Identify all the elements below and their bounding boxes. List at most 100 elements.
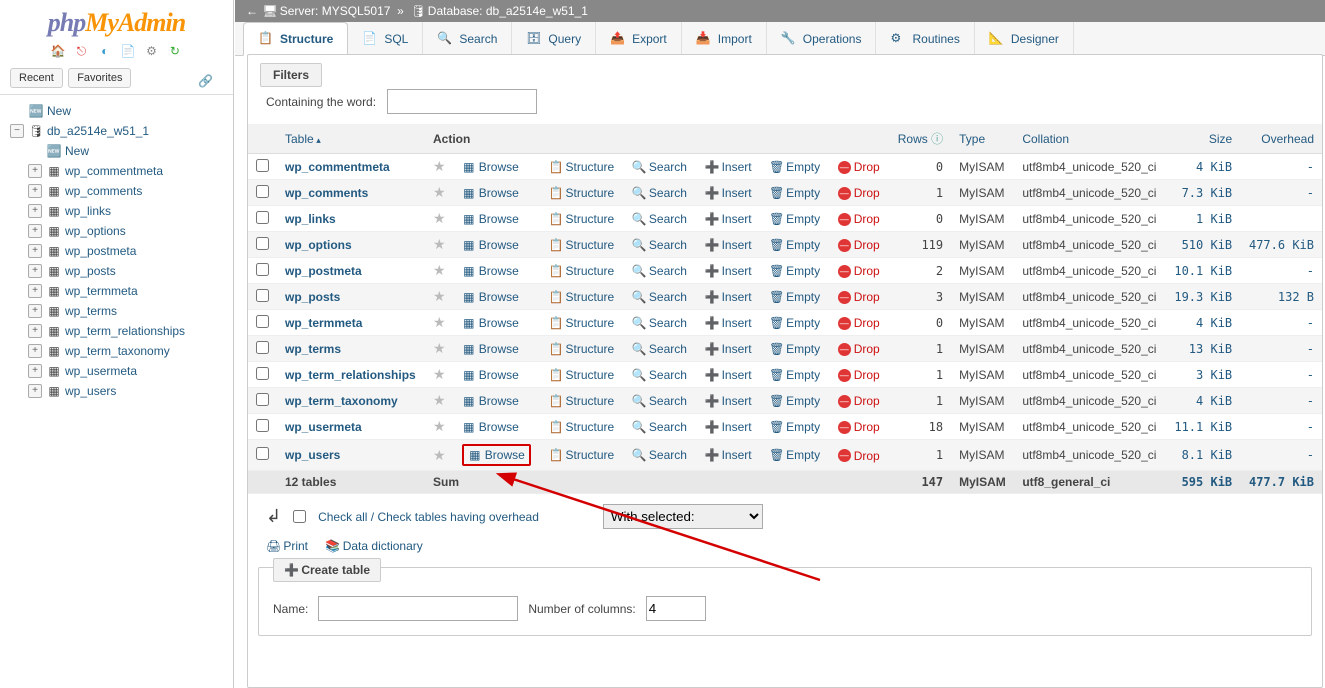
drop-action[interactable]: — Drop xyxy=(838,420,880,434)
tab-operations[interactable]: 🔧Operations xyxy=(767,22,877,55)
favorite-icon[interactable]: ★ xyxy=(433,447,446,463)
breadcrumb-db[interactable]: db_a2514e_w51_1 xyxy=(486,4,588,18)
favorite-icon[interactable]: ★ xyxy=(433,392,446,408)
data-dictionary-link[interactable]: 📚 Data dictionary xyxy=(325,539,422,553)
col-rows[interactable]: Rows ⓘ xyxy=(889,124,951,154)
expand-icon[interactable]: + xyxy=(28,324,42,338)
create-cols-input[interactable] xyxy=(646,596,706,621)
settings-icon[interactable]: ⚙ xyxy=(144,44,160,60)
col-table[interactable]: Table xyxy=(277,124,425,154)
search-action[interactable]: 🔍Search xyxy=(632,238,687,252)
expand-icon[interactable]: + xyxy=(28,284,42,298)
tab-structure[interactable]: 📋Structure xyxy=(243,22,348,56)
create-name-input[interactable] xyxy=(318,596,518,621)
insert-action[interactable]: ➕Insert xyxy=(705,212,752,226)
browse-action[interactable]: ▦Browse xyxy=(462,420,519,434)
filter-input[interactable] xyxy=(387,89,537,114)
expand-icon[interactable]: + xyxy=(28,204,42,218)
table-name-link[interactable]: wp_postmeta xyxy=(285,264,362,278)
expand-icon[interactable]: + xyxy=(28,184,42,198)
structure-action[interactable]: 📋Structure xyxy=(549,290,615,304)
logo[interactable]: phpMyAdmin xyxy=(0,0,233,42)
insert-action[interactable]: ➕Insert xyxy=(705,238,752,252)
favorite-icon[interactable]: ★ xyxy=(433,262,446,278)
empty-action[interactable]: 🗑Empty xyxy=(769,212,820,226)
reload-icon[interactable]: ↻ xyxy=(167,44,183,60)
tree-new[interactable]: 🆕 New xyxy=(10,101,227,121)
tree-table[interactable]: +▦wp_usermeta xyxy=(28,361,227,381)
favorite-icon[interactable]: ★ xyxy=(433,158,446,174)
browse-action[interactable]: ▦Browse xyxy=(462,264,519,278)
expand-icon[interactable]: + xyxy=(28,364,42,378)
expand-icon[interactable]: + xyxy=(28,304,42,318)
insert-action[interactable]: ➕Insert xyxy=(705,264,752,278)
drop-action[interactable]: — Drop xyxy=(838,449,880,463)
browse-action[interactable]: ▦Browse xyxy=(462,160,519,174)
empty-action[interactable]: 🗑Empty xyxy=(769,342,820,356)
empty-action[interactable]: 🗑Empty xyxy=(769,368,820,382)
empty-action[interactable]: 🗑Empty xyxy=(769,238,820,252)
browse-action[interactable]: ▦Browse xyxy=(462,444,531,466)
browse-action[interactable]: ▦Browse xyxy=(462,186,519,200)
search-action[interactable]: 🔍Search xyxy=(632,186,687,200)
empty-action[interactable]: 🗑Empty xyxy=(769,316,820,330)
empty-action[interactable]: 🗑Empty xyxy=(769,264,820,278)
row-checkbox[interactable] xyxy=(256,159,269,172)
drop-action[interactable]: — Drop xyxy=(838,212,880,226)
docs-icon[interactable]: ◐ xyxy=(97,44,113,60)
browse-action[interactable]: ▦Browse xyxy=(462,290,519,304)
tab-routines[interactable]: ⚙Routines xyxy=(876,22,974,55)
recent-tab[interactable]: Recent xyxy=(10,68,63,88)
tab-export[interactable]: 📤Export xyxy=(596,22,682,55)
expand-icon[interactable]: + xyxy=(28,244,42,258)
favorite-icon[interactable]: ★ xyxy=(433,340,446,356)
tree-table[interactable]: +▦wp_term_relationships xyxy=(28,321,227,341)
empty-action[interactable]: 🗑Empty xyxy=(769,160,820,174)
tree-table[interactable]: +▦wp_posts xyxy=(28,261,227,281)
empty-action[interactable]: 🗑Empty xyxy=(769,290,820,304)
table-name-link[interactable]: wp_comments xyxy=(285,186,368,200)
structure-action[interactable]: 📋Structure xyxy=(549,342,615,356)
search-action[interactable]: 🔍Search xyxy=(632,368,687,382)
drop-action[interactable]: — Drop xyxy=(838,316,880,330)
row-checkbox[interactable] xyxy=(256,185,269,198)
search-action[interactable]: 🔍Search xyxy=(632,420,687,434)
insert-action[interactable]: ➕Insert xyxy=(705,186,752,200)
insert-action[interactable]: ➕Insert xyxy=(705,316,752,330)
row-checkbox[interactable] xyxy=(256,419,269,432)
col-size[interactable]: Size xyxy=(1166,124,1240,154)
nav-left-icon[interactable]: ← xyxy=(245,4,259,18)
row-checkbox[interactable] xyxy=(256,447,269,460)
expand-icon[interactable]: + xyxy=(28,384,42,398)
empty-action[interactable]: 🗑Empty xyxy=(769,394,820,408)
table-name-link[interactable]: wp_options xyxy=(285,238,352,252)
expand-icon[interactable]: + xyxy=(28,264,42,278)
search-action[interactable]: 🔍Search xyxy=(632,448,687,462)
tab-designer[interactable]: 📐Designer xyxy=(975,22,1074,55)
checkall-link[interactable]: Check all / Check tables having overhead xyxy=(318,510,539,524)
row-checkbox[interactable] xyxy=(256,341,269,354)
tree-table[interactable]: +▦wp_term_taxonomy xyxy=(28,341,227,361)
insert-action[interactable]: ➕Insert xyxy=(705,420,752,434)
structure-action[interactable]: 📋Structure xyxy=(549,316,615,330)
table-name-link[interactable]: wp_commentmeta xyxy=(285,160,390,174)
insert-action[interactable]: ➕Insert xyxy=(705,448,752,462)
drop-action[interactable]: — Drop xyxy=(838,264,880,278)
search-action[interactable]: 🔍Search xyxy=(632,316,687,330)
favorite-icon[interactable]: ★ xyxy=(433,366,446,382)
structure-action[interactable]: 📋Structure xyxy=(549,160,615,174)
table-name-link[interactable]: wp_term_taxonomy xyxy=(285,394,398,408)
browse-action[interactable]: ▦Browse xyxy=(462,342,519,356)
favorite-icon[interactable]: ★ xyxy=(433,418,446,434)
col-type[interactable]: Type xyxy=(951,124,1014,154)
structure-action[interactable]: 📋Structure xyxy=(549,238,615,252)
collapse-icon[interactable]: − xyxy=(10,124,24,138)
row-checkbox[interactable] xyxy=(256,237,269,250)
browse-action[interactable]: ▦Browse xyxy=(462,212,519,226)
search-action[interactable]: 🔍Search xyxy=(632,342,687,356)
table-name-link[interactable]: wp_termmeta xyxy=(285,316,362,330)
print-link[interactable]: 🖨 Print xyxy=(266,539,308,553)
tab-search[interactable]: 🔍Search xyxy=(423,22,512,55)
drop-action[interactable]: — Drop xyxy=(838,186,880,200)
with-selected-dropdown[interactable]: With selected: xyxy=(603,504,763,529)
